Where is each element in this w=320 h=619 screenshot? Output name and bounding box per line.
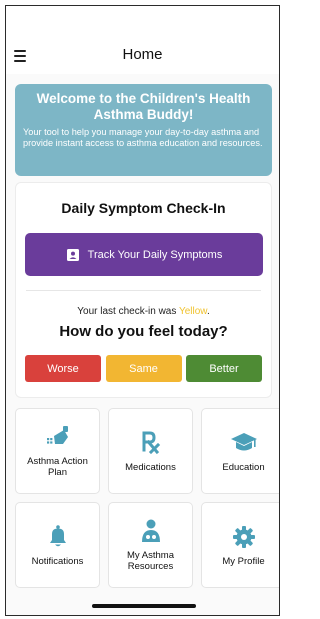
- app-screen: Home Welcome to the Children's Health As…: [5, 5, 280, 616]
- tile-notifications[interactable]: Notifications: [15, 502, 100, 588]
- daily-checkin-card: Daily Symptom Check-In Track Your Daily …: [15, 182, 272, 398]
- track-symptoms-label: Track Your Daily Symptoms: [87, 248, 223, 261]
- symptom-tracker-icon: [66, 248, 79, 261]
- feel-question: How do you feel today?: [59, 323, 228, 340]
- tile-label-notifications: Notifications: [31, 555, 84, 567]
- last-checkin-prefix: Your last check-in was: [77, 306, 179, 317]
- prescription-rx-icon: [142, 431, 160, 454]
- tile-asthma-action-plan[interactable]: Asthma Action Plan: [15, 408, 100, 494]
- divider: [26, 290, 261, 291]
- home-indicator[interactable]: [92, 604, 196, 608]
- top-bar: Home: [6, 6, 279, 74]
- track-symptoms-button[interactable]: Track Your Daily Symptoms: [25, 233, 263, 276]
- last-checkin-value: Yellow: [178, 306, 207, 317]
- worse-button[interactable]: Worse: [25, 355, 101, 382]
- tile-label-profile: My Profile: [222, 555, 265, 567]
- tile-my-asthma-resources[interactable]: My Asthma Resources: [108, 502, 193, 588]
- last-checkin-text: Your last check-in was Yellow.: [16, 306, 271, 317]
- tile-my-profile[interactable]: My Profile: [201, 502, 279, 588]
- gear-icon: [232, 525, 255, 548]
- graduation-cap-icon: [230, 432, 257, 450]
- welcome-title: Welcome to the Children's Health Asthma …: [36, 91, 251, 122]
- tile-label-resources: My Asthma Resources: [127, 550, 174, 572]
- checkin-title: Daily Symptom Check-In: [61, 200, 226, 216]
- same-button[interactable]: Same: [105, 355, 182, 382]
- feel-options: Worse Same Better: [25, 355, 262, 382]
- welcome-text: Your tool to help you manage your day-to…: [23, 127, 263, 148]
- tile-label-medications: Medications: [125, 461, 176, 473]
- tile-label-education: Education: [222, 461, 265, 473]
- feature-grid: Asthma Action Plan Medications Education…: [15, 408, 279, 588]
- action-plan-icon: [46, 426, 68, 444]
- bell-icon: [49, 524, 66, 546]
- page-title: Home: [122, 46, 163, 63]
- tile-medications[interactable]: Medications: [108, 408, 193, 494]
- welcome-banner: Welcome to the Children's Health Asthma …: [15, 84, 272, 176]
- resources-person-icon: [141, 519, 160, 542]
- tile-label-action-plan: Asthma Action Plan: [27, 456, 88, 478]
- tile-education[interactable]: Education: [201, 408, 279, 494]
- better-button[interactable]: Better: [186, 355, 262, 382]
- last-checkin-suffix: .: [206, 306, 210, 317]
